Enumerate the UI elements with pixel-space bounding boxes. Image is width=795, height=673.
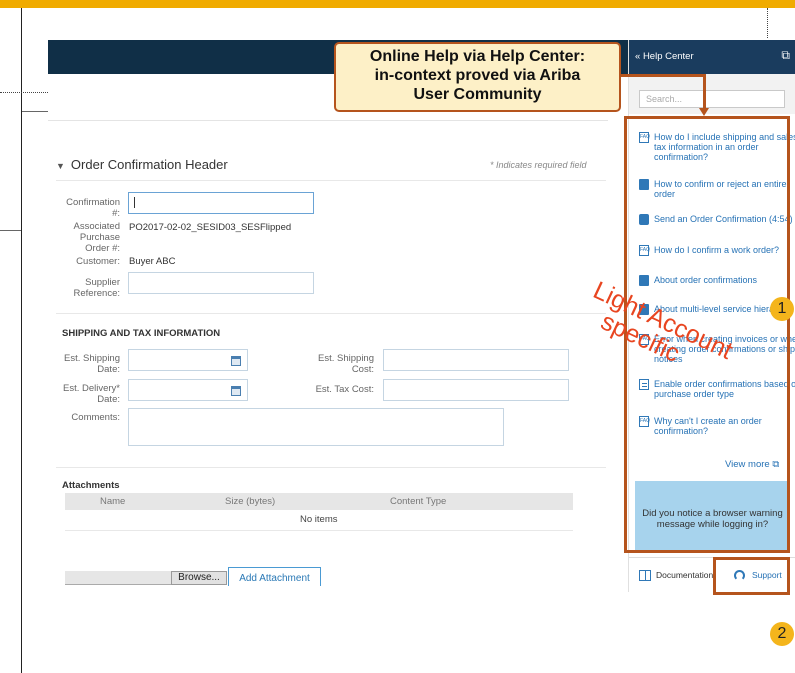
order-confirmation-header-title[interactable]: ▼ Order Confirmation Header — [56, 157, 228, 172]
text-caret — [134, 197, 135, 208]
est-shipping-cost-input[interactable] — [383, 349, 569, 371]
open-external-icon[interactable]: ⧉ — [781, 48, 790, 63]
help-center-callout: Online Help via Help Center: in-context … — [334, 42, 621, 112]
help-center-title[interactable]: « Help Center — [635, 51, 694, 62]
comments-textarea[interactable] — [128, 408, 504, 446]
arrow-down-icon — [699, 108, 709, 116]
supplier-reference-input[interactable] — [128, 272, 314, 294]
top-accent-bar — [0, 0, 795, 8]
support-highlight-box — [713, 557, 790, 595]
browse-button[interactable]: Browse... — [171, 571, 227, 585]
comments-label: Comments: — [71, 412, 120, 423]
dotted-guide-line-vertical — [767, 8, 768, 38]
number-badge-two: 2 — [770, 622, 794, 646]
supplier-reference-label: Supplier Reference: — [73, 277, 120, 299]
dotted-guide-line — [0, 92, 48, 93]
guide-line — [0, 230, 21, 231]
confirmation-number-label: Confirmation #: — [66, 197, 120, 219]
attachments-heading: Attachments — [62, 480, 120, 491]
required-field-note: * Indicates required field — [490, 160, 587, 170]
table-bottom-rule — [65, 530, 573, 531]
collapse-chevron-icon[interactable]: « — [635, 51, 640, 62]
est-shipping-date-label: Est. Shipping Date: — [64, 353, 120, 375]
add-attachment-button[interactable]: Add Attachment — [228, 567, 321, 586]
attachments-empty-text: No items — [300, 514, 338, 525]
callout-connector — [703, 74, 706, 110]
guide-line — [22, 111, 48, 112]
customer-label: Customer: — [76, 256, 120, 267]
app-divider — [48, 120, 608, 121]
help-center-header: « Help Center ⧉ — [629, 40, 795, 74]
est-tax-cost-input[interactable] — [383, 379, 569, 401]
column-header-content-type[interactable]: Content Type — [390, 496, 446, 507]
section-divider — [56, 313, 606, 314]
column-header-name[interactable]: Name — [100, 496, 125, 507]
book-icon — [639, 570, 651, 582]
calendar-icon[interactable] — [231, 356, 241, 366]
associated-po-value: PO2017-02-02_SESID03_SESFlipped — [129, 222, 292, 233]
help-search-input[interactable]: Search... — [639, 90, 785, 108]
collapse-triangle-icon[interactable]: ▼ — [56, 161, 65, 171]
est-delivery-date-label: Est. Delivery* Date: — [62, 383, 120, 405]
calendar-icon[interactable] — [231, 386, 241, 396]
section-divider — [56, 180, 606, 181]
est-tax-cost-label: Est. Tax Cost: — [315, 384, 374, 395]
column-header-size[interactable]: Size (bytes) — [225, 496, 275, 507]
associated-po-label: Associated Purchase Order #: — [73, 221, 120, 254]
est-delivery-date-input[interactable] — [128, 379, 248, 401]
shipping-tax-heading: SHIPPING AND TAX INFORMATION — [62, 328, 221, 339]
documentation-button[interactable]: Documentation — [639, 570, 713, 582]
est-shipping-date-input[interactable] — [128, 349, 248, 371]
slide-left-rule — [21, 8, 22, 673]
attachments-table-header: Name Size (bytes) Content Type — [65, 493, 573, 510]
confirmation-number-input[interactable] — [128, 192, 314, 214]
number-badge-one: 1 — [770, 297, 794, 321]
customer-value: Buyer ABC — [129, 256, 176, 267]
callout-connector — [621, 74, 706, 77]
est-shipping-cost-label: Est. Shipping Cost: — [318, 353, 374, 375]
section-divider — [56, 467, 606, 468]
